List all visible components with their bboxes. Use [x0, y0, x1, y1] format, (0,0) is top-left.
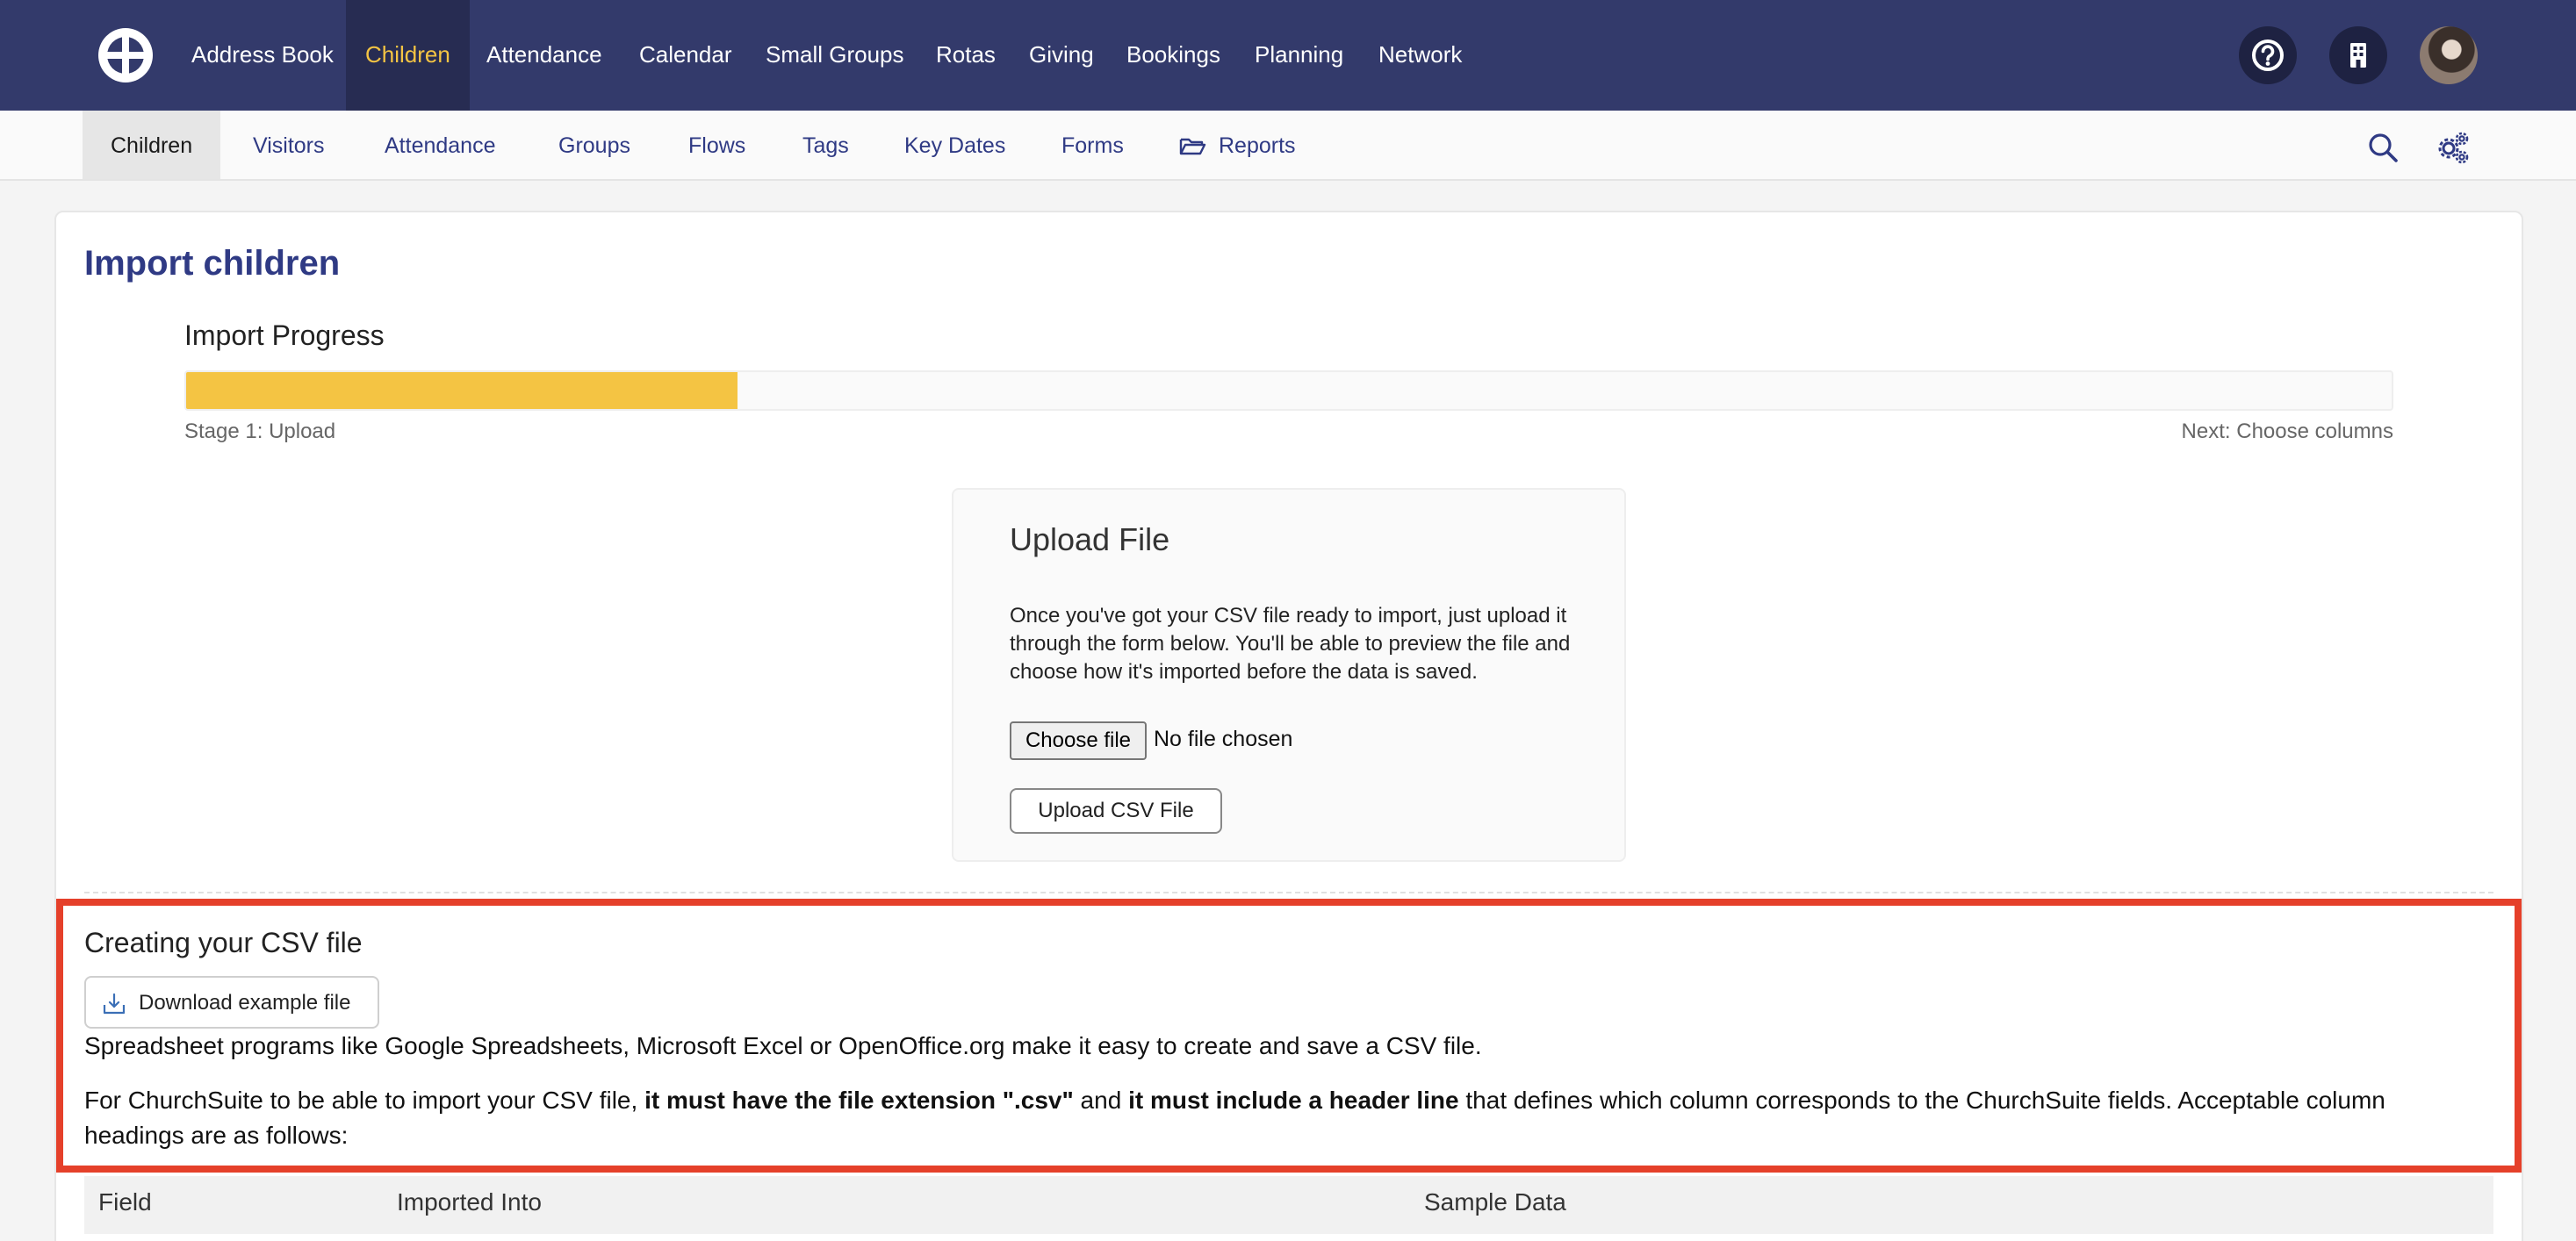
building-icon [2350, 43, 2366, 68]
gear-icon[interactable] [2434, 128, 2472, 167]
tab-tags[interactable]: Tags [802, 111, 849, 179]
tab-children[interactable]: Children [83, 111, 221, 179]
download-example-label: Download example file [139, 991, 351, 1015]
csv-paragraph-2: For ChurchSuite to be able to import you… [84, 1083, 2490, 1153]
tab-key-dates[interactable]: Key Dates [904, 111, 1005, 179]
tab-visitors[interactable]: Visitors [253, 111, 325, 179]
download-example-button[interactable]: Download example file [84, 976, 379, 1029]
tab-reports[interactable]: Reports [1219, 111, 1296, 179]
table-header-sample-data: Sample Data [1424, 1188, 1566, 1216]
sub-navigation-bar: Children Visitors Attendance Groups Flow… [0, 111, 2576, 181]
tab-attendance[interactable]: Attendance [385, 111, 496, 179]
nav-item-network[interactable]: Network [1378, 0, 1462, 111]
avatar[interactable] [2420, 26, 2478, 84]
upload-title: Upload File [1010, 521, 1170, 557]
csv-paragraph-2-text: and [1073, 1087, 1129, 1114]
csv-section-title: Creating your CSV file [84, 927, 363, 958]
nav-item-attendance[interactable]: Attendance [486, 0, 602, 111]
section-divider [84, 892, 2493, 893]
top-navigation-bar: Address Book Children Attendance Calenda… [0, 0, 2576, 111]
search-icon[interactable] [2365, 130, 2400, 165]
download-icon [103, 993, 126, 1015]
nav-item-calendar[interactable]: Calendar [639, 0, 732, 111]
table-header-imported-into: Imported Into [397, 1188, 542, 1216]
csv-paragraph-2-bold-header: it must include a header line [1128, 1087, 1459, 1114]
no-file-chosen-label: No file chosen [1154, 727, 1293, 751]
tab-groups[interactable]: Groups [558, 111, 630, 179]
progress-next-label: Next: Choose columns [2181, 420, 2393, 443]
logo-icon[interactable] [97, 26, 155, 84]
csv-paragraph-2-text: For ChurchSuite to be able to import you… [84, 1087, 645, 1114]
nav-item-address-book[interactable]: Address Book [191, 0, 334, 111]
tab-flows[interactable]: Flows [688, 111, 745, 179]
tab-forms[interactable]: Forms [1061, 111, 1124, 179]
progress-bar-fill [186, 372, 738, 409]
help-button[interactable] [2239, 26, 2297, 84]
upload-description: Once you've got your CSV file ready to i… [1010, 604, 1571, 684]
nav-item-children[interactable]: Children [346, 0, 470, 111]
csv-paragraph-2-bold-extension: it must have the file extension ".csv" [644, 1087, 1074, 1114]
folder-open-icon [1179, 138, 1206, 155]
nav-item-rotas[interactable]: Rotas [936, 0, 996, 111]
upload-csv-button[interactable]: Upload CSV File [1010, 788, 1222, 834]
choose-file-button[interactable]: Choose file [1010, 721, 1147, 760]
page-title: Import children [84, 244, 341, 283]
nav-item-planning[interactable]: Planning [1255, 0, 1343, 111]
csv-paragraph-1: Spreadsheet programs like Google Spreads… [84, 1032, 1482, 1059]
help-icon [2252, 39, 2284, 71]
progress-bar [184, 370, 2393, 411]
nav-item-giving[interactable]: Giving [1029, 0, 1094, 111]
progress-stage-label: Stage 1: Upload [184, 420, 336, 443]
nav-item-bookings[interactable]: Bookings [1126, 0, 1220, 111]
progress-title: Import Progress [184, 319, 385, 351]
nav-item-small-groups[interactable]: Small Groups [766, 0, 904, 111]
organisation-button[interactable] [2329, 26, 2387, 84]
table-header-field: Field [98, 1188, 152, 1216]
